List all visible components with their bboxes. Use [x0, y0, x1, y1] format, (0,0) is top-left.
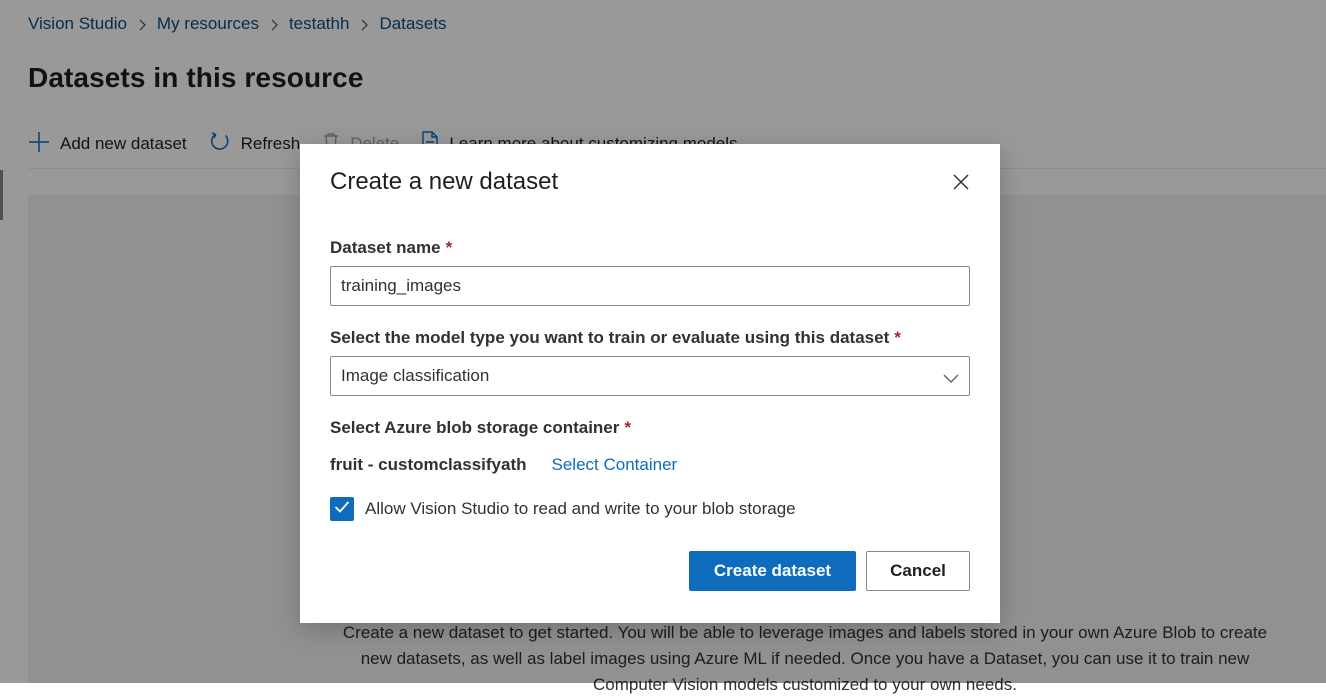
dataset-name-label: Dataset name * — [330, 238, 452, 258]
dataset-name-label-text: Dataset name — [330, 238, 441, 257]
allow-access-row[interactable]: Allow Vision Studio to read and write to… — [330, 497, 796, 521]
required-marker: * — [624, 418, 632, 437]
allow-access-checkbox[interactable] — [330, 497, 354, 521]
dataset-name-input[interactable] — [330, 266, 970, 306]
required-marker: * — [894, 328, 901, 347]
required-marker: * — [445, 238, 453, 257]
chevron-down-icon — [943, 369, 959, 389]
close-icon — [952, 173, 970, 196]
create-dataset-button[interactable]: Create dataset — [689, 551, 856, 591]
checkmark-icon — [334, 499, 350, 519]
model-type-label-text: Select the model type you want to train … — [330, 328, 890, 347]
container-row: fruit - customclassifyath Select Contain… — [330, 455, 677, 475]
allow-access-label: Allow Vision Studio to read and write to… — [365, 499, 796, 518]
create-dataset-dialog: Create a new dataset Dataset name* Selec… — [300, 144, 1000, 623]
model-type-selected: Image classification — [341, 366, 490, 385]
container-label-text: Select Azure blob storage container — [330, 418, 620, 437]
close-button[interactable] — [948, 171, 974, 197]
model-type-dropdown[interactable]: Image classification — [330, 356, 970, 396]
cancel-button[interactable]: Cancel — [866, 551, 970, 591]
model-type-label: Select the model type you want to train … — [330, 328, 901, 348]
select-container-link[interactable]: Select Container — [552, 455, 678, 475]
container-label: Select Azure blob storage container * — [330, 418, 631, 438]
dialog-title: Create a new dataset — [330, 168, 559, 195]
selected-container-name: fruit - customclassifyath — [330, 455, 527, 474]
